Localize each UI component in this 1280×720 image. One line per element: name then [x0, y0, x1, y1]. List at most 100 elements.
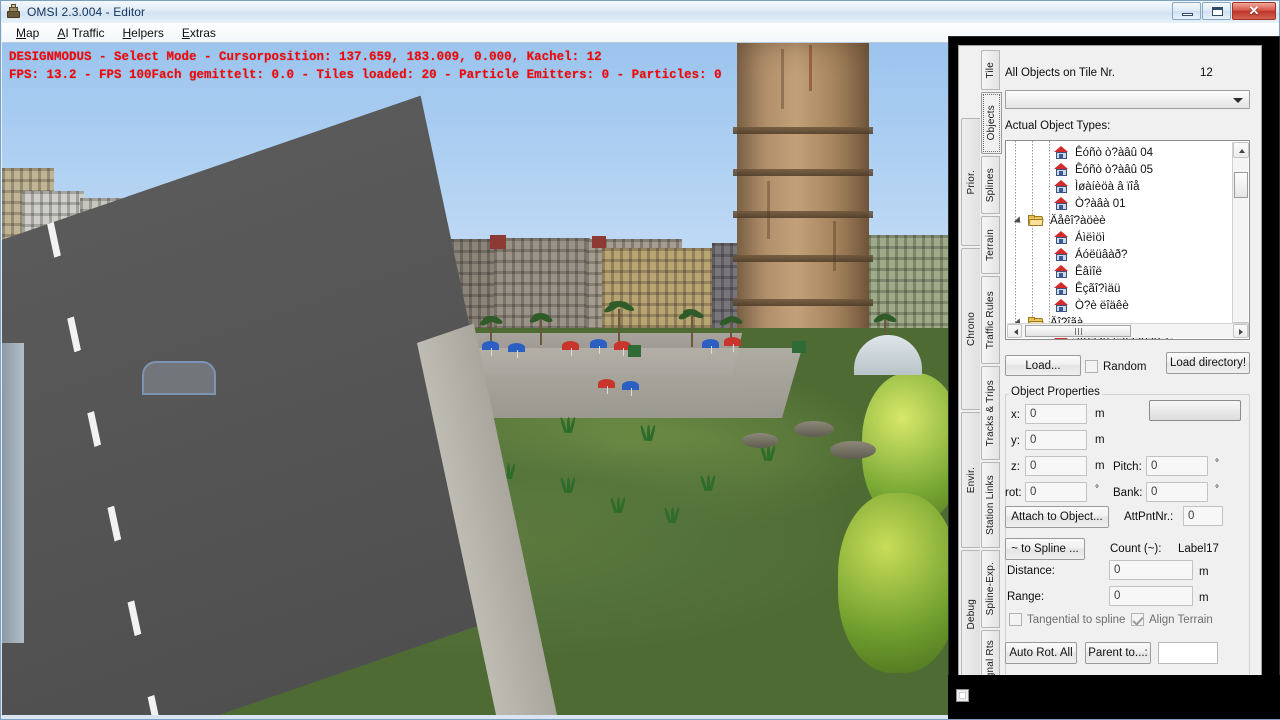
parent-to-input[interactable] — [1158, 642, 1218, 664]
distance-input[interactable]: 0 — [1109, 560, 1193, 580]
tangential-checkbox-box[interactable] — [1009, 613, 1022, 626]
tab-chrono[interactable]: Chrono — [961, 248, 980, 410]
tab-tile-label: Tile — [985, 61, 996, 79]
tree-item-label: Êâìîë — [1075, 265, 1102, 278]
tab-splines[interactable]: Splines — [981, 156, 1000, 214]
umbrella — [702, 339, 719, 354]
tree-item-label: Êçãî?ìäü — [1075, 282, 1121, 295]
distance-unit: m — [1199, 566, 1209, 578]
tab-prior-label: Prior. — [965, 169, 977, 195]
menu-helpers-label: elpers — [131, 25, 164, 40]
tree-item[interactable]: Áìëìöì — [1006, 229, 1231, 246]
unnamed-button[interactable] — [1149, 400, 1241, 421]
expander-icon[interactable] — [1013, 216, 1025, 226]
align-terrain-checkbox[interactable]: Align Terrain — [1131, 613, 1213, 626]
tree-item[interactable]: Ìøàíèöà â ïîå — [1006, 178, 1231, 195]
tree-item[interactable]: Ò?àâà 01 — [1006, 195, 1231, 212]
random-checkbox[interactable]: Random — [1085, 360, 1146, 373]
menu-helpers[interactable]: Helpers — [115, 24, 174, 42]
bank-unit: ° — [1215, 484, 1219, 495]
scroll-right-button[interactable] — [1233, 324, 1248, 338]
tab-station-links[interactable]: Station Links — [981, 462, 1000, 548]
tree-item[interactable]: Áóëüâàð? — [1006, 246, 1231, 263]
close-icon: ✕ — [1248, 3, 1260, 18]
building-row-red — [490, 235, 506, 249]
align-terrain-checkbox-box[interactable] — [1131, 613, 1144, 626]
bus-stop-shelter — [142, 361, 216, 395]
tree-item[interactable]: Ò?è ëîäêè — [1006, 297, 1231, 314]
auto-rot-all-button[interactable]: Auto Rot. All — [1005, 642, 1077, 664]
maximize-button[interactable] — [1202, 2, 1231, 20]
app-icon — [6, 3, 22, 20]
tree-item-label: Áìëìöì — [1075, 231, 1106, 244]
object-types-tree[interactable]: Êóñò ò?àâû 04 Êóñò ò?àâû 05 Ìøàíèöà â ïî… — [1005, 140, 1250, 340]
rot-input[interactable]: 0 — [1025, 482, 1087, 502]
mini-preview-square[interactable] — [956, 689, 969, 702]
attpntnr-input[interactable]: 0 — [1183, 506, 1223, 526]
tree-item-label: Ò?è ëîäêè — [1075, 299, 1129, 312]
application-window: OMSI 2.3.004 - Editor ✕ Map AI Traffic H… — [0, 0, 1280, 720]
tree-item[interactable]: Êçãî?ìäü — [1006, 280, 1231, 297]
horizontal-scroll-thumb[interactable] — [1025, 325, 1131, 337]
tab-tile[interactable]: Tile — [981, 50, 1000, 90]
tab-tracks-trips[interactable]: Tracks & Trips — [981, 366, 1000, 460]
attpntnr-label: AttPntNr.: — [1124, 511, 1174, 523]
tab-spline-exp[interactable]: Spline-Exp. — [981, 550, 1000, 628]
rock — [794, 421, 834, 437]
load-directory-button[interactable]: Load directory! — [1166, 352, 1250, 374]
random-checkbox-label: Random — [1103, 360, 1147, 373]
rot-unit: ° — [1095, 484, 1099, 495]
scroll-left-button[interactable] — [1007, 324, 1022, 338]
minimize-button[interactable] — [1172, 2, 1201, 20]
rock — [830, 441, 876, 459]
tangential-to-spline-checkbox[interactable]: Tangential to spline — [1009, 613, 1125, 626]
pitch-input[interactable]: 0 — [1146, 456, 1208, 476]
tree-vertical-scrollbar[interactable] — [1232, 142, 1249, 338]
tab-terrain[interactable]: Terrain — [981, 216, 1000, 274]
tree-item-label: Áóëüâàð? — [1075, 248, 1128, 261]
tab-debug-label: Debug — [965, 598, 977, 630]
tab-envir[interactable]: Envir. — [961, 412, 980, 548]
pitch-unit: ° — [1215, 458, 1219, 469]
rot-label: rot: — [1005, 487, 1022, 499]
menu-extras[interactable]: Extras — [174, 24, 226, 42]
tab-debug[interactable]: Debug — [961, 550, 980, 678]
tab-traffic-rules[interactable]: Traffic Rules — [981, 276, 1000, 364]
tree-horizontal-scrollbar[interactable] — [1007, 323, 1248, 338]
tab-prior[interactable]: Prior. — [961, 118, 980, 246]
outer-tab-strip: Prior. Chrono Envir. Debug — [961, 48, 980, 692]
count-label: Count (~): — [1110, 543, 1162, 555]
tree — [838, 493, 952, 673]
tree-item[interactable]: Êâìîë — [1006, 263, 1231, 280]
parent-to-button[interactable]: Parent to...: — [1085, 642, 1151, 664]
load-button[interactable]: Load... — [1005, 355, 1081, 376]
tree-item-label: Ìøàíèöà â ïîå — [1075, 180, 1140, 193]
tree-group[interactable]: Äåêî?àöèè — [1006, 212, 1231, 229]
tile-objects-combobox[interactable] — [1005, 90, 1250, 109]
y-input[interactable]: 0 — [1025, 430, 1087, 450]
close-button[interactable]: ✕ — [1232, 2, 1276, 20]
hud-line-2: FPS: 13.2 - FPS 100Fach gemittelt: 0.0 -… — [9, 68, 722, 82]
window-title: OMSI 2.3.004 - Editor — [27, 4, 146, 19]
menu-ai-traffic[interactable]: AI Traffic — [49, 24, 114, 42]
3d-viewport[interactable]: DESIGNMODUS - Select Mode - Cursorpositi… — [2, 43, 952, 715]
random-checkbox-box[interactable] — [1085, 360, 1098, 373]
tab-traffic-rules-label: Traffic Rules — [985, 290, 996, 350]
attach-to-object-button[interactable]: Attach to Object... — [1005, 506, 1109, 528]
tree-group-label: Äåêî?àöèè — [1050, 214, 1106, 227]
menu-map[interactable]: Map — [8, 24, 49, 42]
tab-objects[interactable]: Objects — [981, 92, 1002, 154]
z-input[interactable]: 0 — [1025, 456, 1087, 476]
object-house-icon — [1054, 248, 1069, 261]
x-input[interactable]: 0 — [1025, 404, 1087, 424]
bank-input[interactable]: 0 — [1146, 482, 1208, 502]
umbrella — [508, 343, 525, 358]
tree-item[interactable]: Êóñò ò?àâû 05 — [1006, 161, 1231, 178]
folder-icon — [1028, 214, 1044, 227]
tree-item[interactable]: Êóñò ò?àâû 04 — [1006, 144, 1231, 161]
to-spline-button[interactable]: ~ to Spline ... — [1005, 538, 1085, 560]
scroll-up-button[interactable] — [1233, 142, 1249, 158]
tab-spline-exp-label: Spline-Exp. — [985, 562, 996, 616]
range-input[interactable]: 0 — [1109, 586, 1193, 606]
vertical-scroll-thumb[interactable] — [1234, 172, 1248, 198]
